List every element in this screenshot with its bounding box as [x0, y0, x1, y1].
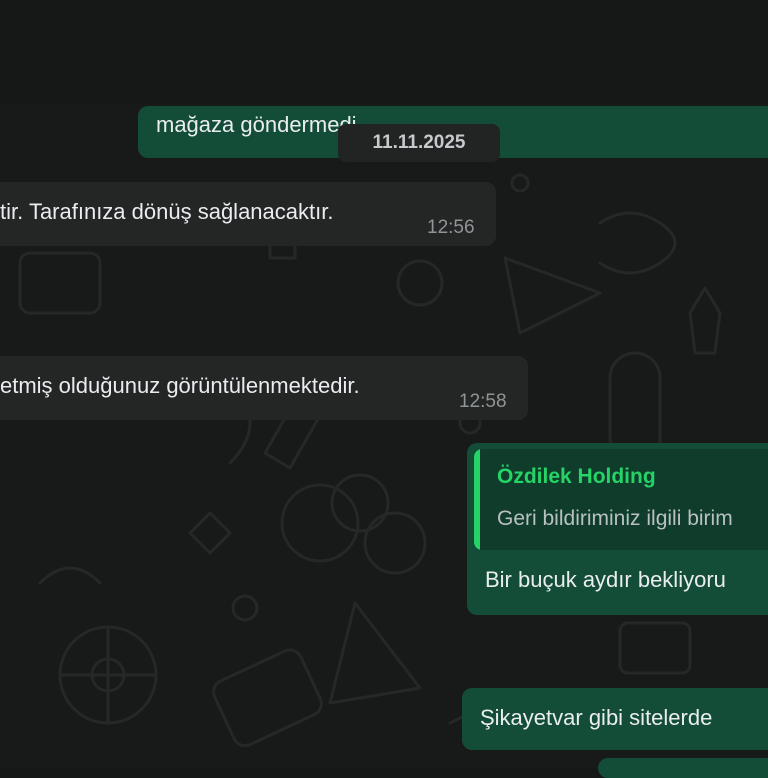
message-time: 12:56 [427, 217, 475, 238]
quote-text: Geri bildiriminiz ilgili birim [497, 507, 733, 530]
message-text: mağaza göndermedi [156, 112, 357, 137]
message-bubble-incoming[interactable]: tir. Tarafınıza dönüş sağlanacaktır. 12:… [0, 182, 496, 246]
message-bubble-incoming[interactable]: etmiş olduğunuz görüntülenmektedir. 12:5… [0, 356, 528, 420]
message-text: Bir buçuk aydır bekliyoru [485, 567, 726, 592]
message-text: Şikayetvar gibi sitelerde [480, 705, 713, 730]
message-text: etmiş olduğunuz görüntülenmektedir. [0, 373, 360, 398]
quote-author: Özdilek Holding [497, 465, 656, 488]
quoted-message[interactable]: Özdilek Holding Geri bildiriminiz ilgili… [474, 449, 768, 550]
date-chip: 11.11.2025 [338, 124, 500, 162]
message-time: 12:58 [459, 391, 507, 412]
message-bubble-outgoing-partial[interactable] [598, 758, 768, 778]
message-text: tir. Tarafınıza dönüş sağlanacaktır. [0, 199, 334, 224]
message-bubble-outgoing[interactable]: Şikayetvar gibi sitelerde [462, 688, 768, 750]
top-bar [0, 0, 768, 103]
quote-accent-bar [474, 449, 480, 550]
